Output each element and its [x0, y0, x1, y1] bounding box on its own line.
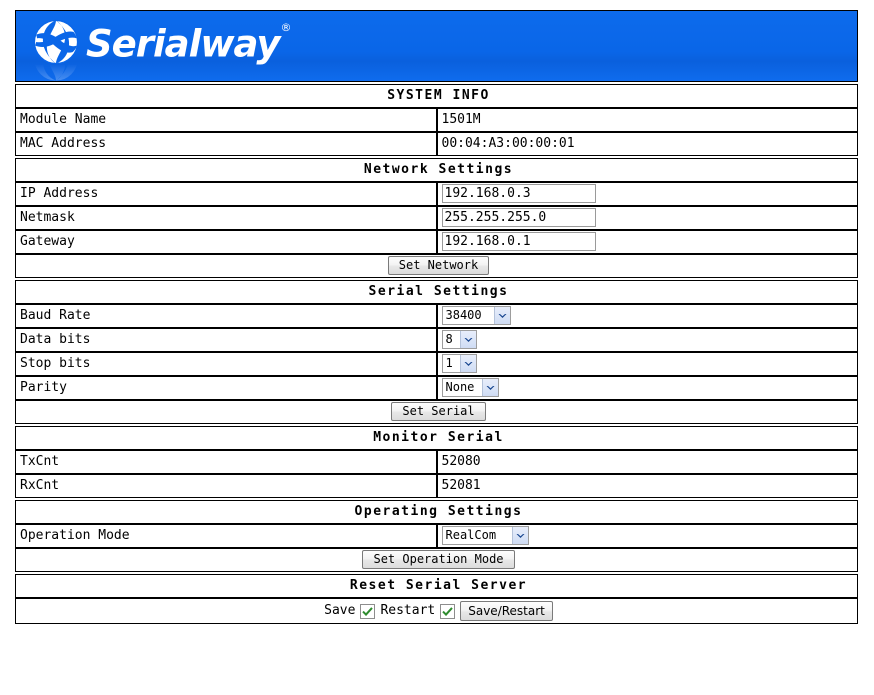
- data-bits-cell: 8: [436, 328, 858, 352]
- table-row: Netmask: [15, 206, 858, 230]
- gateway-cell: [436, 230, 858, 254]
- serial-settings-header: Serial Settings: [15, 280, 858, 304]
- operating-settings-header: Operating Settings: [15, 500, 858, 524]
- baud-rate-cell: 38400: [436, 304, 858, 328]
- module-name-label: Module Name: [15, 108, 437, 132]
- set-operation-mode-row: Set Operation Mode: [15, 548, 858, 572]
- chevron-down-icon: [481, 379, 498, 396]
- reset-serial-server-header: Reset Serial Server: [15, 574, 858, 598]
- page-container: Serialway® SYSTEM INFO Module Name 1501M…: [0, 0, 874, 695]
- system-info-header-row: SYSTEM INFO: [15, 84, 858, 108]
- set-network-row: Set Network: [15, 254, 858, 278]
- operation-mode-cell: RealCom: [436, 524, 858, 548]
- chevron-down-icon: [459, 331, 476, 348]
- table-row: Data bits 8: [15, 328, 858, 352]
- ip-address-input[interactable]: [441, 184, 596, 203]
- serial-settings-table: Serial Settings Baud Rate 38400 Data bit…: [15, 280, 858, 424]
- network-settings-header: Network Settings: [15, 158, 858, 182]
- chevron-down-icon: [511, 527, 528, 544]
- monitor-serial-table: Monitor Serial TxCnt 52080 RxCnt 52081: [15, 426, 858, 498]
- table-row: TxCnt 52080: [15, 450, 858, 474]
- check-icon: [442, 606, 453, 616]
- system-info-table: SYSTEM INFO Module Name 1501M MAC Addres…: [15, 84, 858, 156]
- restart-checkbox[interactable]: [440, 603, 456, 619]
- operating-settings-header-row: Operating Settings: [15, 500, 858, 524]
- save-label: Save: [324, 603, 356, 618]
- data-bits-select[interactable]: 8: [441, 330, 477, 349]
- system-info-header: SYSTEM INFO: [15, 84, 858, 108]
- monitor-serial-header-row: Monitor Serial: [15, 426, 858, 450]
- txcnt-label: TxCnt: [15, 450, 437, 474]
- baud-rate-select[interactable]: 38400: [441, 306, 511, 325]
- module-name-value: 1501M: [436, 108, 858, 132]
- table-row: IP Address: [15, 182, 858, 206]
- gateway-label: Gateway: [15, 230, 437, 254]
- mac-address-label: MAC Address: [15, 132, 437, 156]
- netmask-cell: [436, 206, 858, 230]
- rxcnt-label: RxCnt: [15, 474, 437, 498]
- set-serial-cell: Set Serial: [15, 400, 858, 424]
- parity-label: Parity: [15, 376, 437, 400]
- gateway-input[interactable]: [441, 232, 596, 251]
- stop-bits-label: Stop bits: [15, 352, 437, 376]
- brand-logo: Serialway®: [33, 17, 291, 67]
- table-row: Operation Mode RealCom: [15, 524, 858, 548]
- operation-mode-selected-value: RealCom: [445, 528, 497, 542]
- table-row: Gateway: [15, 230, 858, 254]
- set-operation-mode-cell: Set Operation Mode: [15, 548, 858, 572]
- brand-name-text: Serialway: [86, 22, 280, 66]
- table-row: Baud Rate 38400: [15, 304, 858, 328]
- table-row: Parity None: [15, 376, 858, 400]
- reset-serial-server-table: Reset Serial Server Save Restart Save/Re…: [15, 574, 858, 624]
- reset-controls: Save Restart Save/Restart: [20, 599, 857, 623]
- table-row: MAC Address 00:04:A3:00:00:01: [15, 132, 858, 156]
- parity-cell: None: [436, 376, 858, 400]
- reset-serial-server-header-row: Reset Serial Server: [15, 574, 858, 598]
- restart-label: Restart: [380, 603, 436, 618]
- chevron-down-icon: [459, 355, 476, 372]
- network-settings-header-row: Network Settings: [15, 158, 858, 182]
- set-network-cell: Set Network: [15, 254, 858, 278]
- save-restart-button[interactable]: Save/Restart: [460, 601, 553, 621]
- site-banner: Serialway®: [15, 10, 858, 82]
- monitor-serial-header: Monitor Serial: [15, 426, 858, 450]
- set-operation-mode-button[interactable]: Set Operation Mode: [362, 550, 515, 569]
- baud-rate-label: Baud Rate: [15, 304, 437, 328]
- baud-rate-selected-value: 38400: [445, 308, 482, 322]
- table-row: Module Name 1501M: [15, 108, 858, 132]
- ip-address-label: IP Address: [15, 182, 437, 206]
- netmask-input[interactable]: [441, 208, 596, 227]
- stop-bits-selected-value: 1: [445, 356, 453, 370]
- reset-actions-cell: Save Restart Save/Restart: [15, 598, 858, 624]
- set-network-button[interactable]: Set Network: [387, 256, 490, 275]
- reset-actions-row: Save Restart Save/Restart: [15, 598, 858, 624]
- txcnt-value: 52080: [436, 450, 858, 474]
- data-bits-selected-value: 8: [445, 332, 453, 346]
- save-checkbox[interactable]: [360, 603, 376, 619]
- stop-bits-cell: 1: [436, 352, 858, 376]
- netmask-label: Netmask: [15, 206, 437, 230]
- parity-selected-value: None: [445, 380, 475, 394]
- check-icon: [362, 606, 374, 616]
- serialway-globe-icon: [33, 19, 79, 65]
- operation-mode-select[interactable]: RealCom: [441, 526, 529, 545]
- operation-mode-label: Operation Mode: [15, 524, 437, 548]
- registered-trademark-icon: ®: [280, 20, 291, 34]
- data-bits-label: Data bits: [15, 328, 437, 352]
- serial-settings-header-row: Serial Settings: [15, 280, 858, 304]
- parity-select[interactable]: None: [441, 378, 499, 397]
- set-serial-button[interactable]: Set Serial: [391, 402, 486, 421]
- table-row: Stop bits 1: [15, 352, 858, 376]
- chevron-down-icon: [493, 307, 510, 324]
- network-settings-table: Network Settings IP Address Netmask Gate…: [15, 158, 858, 278]
- operating-settings-table: Operating Settings Operation Mode RealCo…: [15, 500, 858, 572]
- rxcnt-value: 52081: [436, 474, 858, 498]
- ip-address-cell: [436, 182, 858, 206]
- stop-bits-select[interactable]: 1: [441, 354, 477, 373]
- mac-address-value: 00:04:A3:00:00:01: [436, 132, 858, 156]
- table-row: RxCnt 52081: [15, 474, 858, 498]
- brand-name: Serialway®: [86, 17, 291, 67]
- set-serial-row: Set Serial: [15, 400, 858, 424]
